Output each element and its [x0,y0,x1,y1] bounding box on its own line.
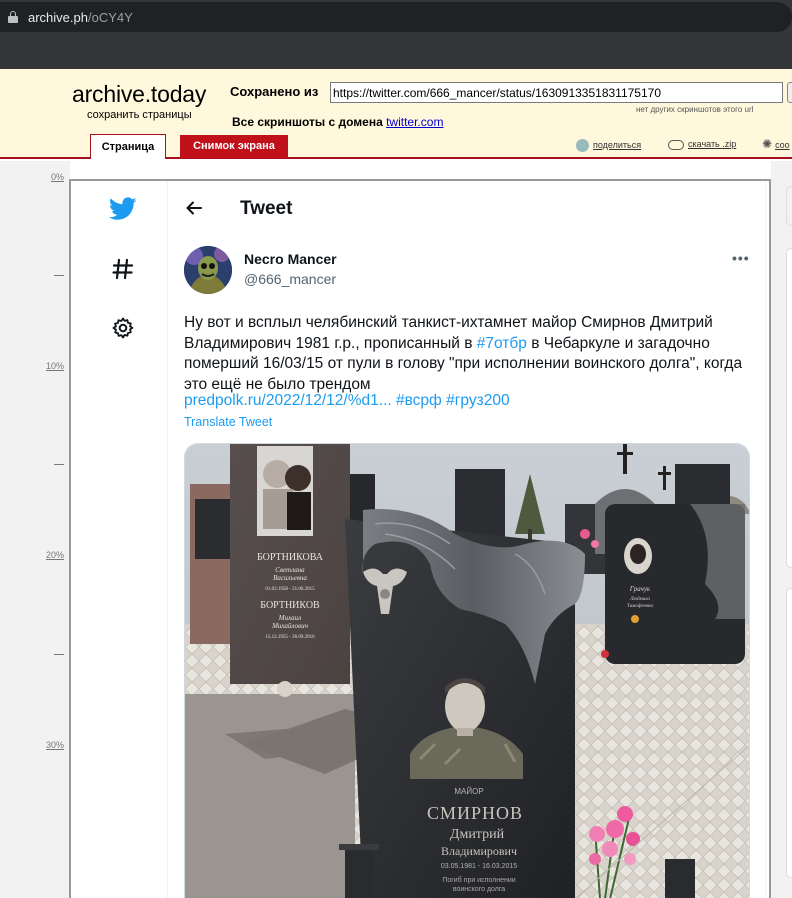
settings-gear-icon[interactable] [111,316,135,340]
author-handle[interactable]: @666_mancer [244,271,336,287]
cemetery-photo: БОРТНИКОВА Светлана Васильевна 01.03.195… [185,444,749,898]
share-icon [576,139,589,152]
twitter-bird-icon[interactable] [109,197,137,221]
bookmarks-strip [0,36,792,69]
more-options-icon[interactable]: ••• [732,250,750,266]
tweet-links: predpolk.ru/2022/12/12/%d1... #всрф #гру… [184,392,510,410]
archive-header: archive.today сохранить страницы Сохране… [0,69,792,159]
twitter-nav-column [71,181,168,898]
sidebar-card-partial [786,588,792,878]
back-stone-patronymic: Тимофеевна [627,604,653,609]
back-arrow-icon[interactable] [184,198,204,218]
address-bar[interactable]: archive.ph/oCY4Y [0,2,792,32]
ruler-label-0[interactable]: 0% [51,172,64,182]
ruler-tick [54,654,64,655]
left-stone-given2: Михаил [278,614,301,622]
ruler-label-10[interactable]: 10% [46,361,64,371]
hashtag-vsrf[interactable]: #всрф [396,392,442,409]
tab-page[interactable]: Страница [90,134,166,159]
tweet-photo[interactable]: БОРТНИКОВА Светлана Васильевна 01.03.195… [184,443,750,898]
left-stone-dates2: 15.12.1955 - 26.09.2016 [265,635,315,640]
scroll-ruler: 0% 10% 20% 30% [0,161,70,898]
left-stone-name: БОРТНИКОВА [257,552,324,563]
author-display-name[interactable]: Necro Mancer [244,251,337,267]
more-link[interactable]: ✺ соо [762,137,790,151]
lock-icon[interactable] [8,11,18,23]
domain-link[interactable]: twitter.com [386,115,443,129]
cloud-download-icon [668,139,684,150]
back-stone-given: Людмила [629,597,650,602]
download-zip-link[interactable]: скачать .zip [668,139,736,150]
hashtag-icon[interactable] [112,258,134,280]
left-stone-patronymic2: Михайлович [271,622,309,630]
epitaph-line1: Погиб при исполнении [442,876,515,884]
archive-logo[interactable]: archive.today [72,81,206,108]
tab-screenshot[interactable]: Снимок экрана [180,135,288,158]
given-name-text: Дмитрий [450,827,505,842]
hashtag-7otbr[interactable]: #7отбр [477,335,527,352]
rank-text: МАЙОР [454,787,483,796]
avatar[interactable] [184,246,232,294]
ruler-tick [54,275,64,276]
hashtag-gruz200[interactable]: #груз200 [446,392,509,409]
sun-icon: ✺ [762,137,773,151]
surname-text: СМИРНОВ [427,803,523,823]
patronymic-text: Владимирович [441,844,517,858]
browser-toolbar: archive.ph/oCY4Y [0,0,792,36]
left-stone-name2: БОРТНИКОВ [260,600,320,611]
share-link[interactable]: поделиться [576,139,641,152]
ruler-label-30[interactable]: 30% [46,740,64,750]
saved-url-field[interactable] [330,82,783,103]
archive-tagline: сохранить страницы [87,109,192,121]
epitaph-line2: воинского долга [453,886,505,893]
tweet-text: Ну вот и всплыл челябинский танкист-ихта… [184,314,743,393]
search-box-partial[interactable] [786,186,792,226]
left-stone-given: Светлана [275,566,305,574]
all-screenshots-line: Все скриншоты с домена twitter.com [232,115,443,129]
back-stone-name: Грачук [629,585,651,593]
avatar-image [184,246,232,294]
page-title: Tweet [240,198,293,219]
ruler-label-20[interactable]: 20% [46,550,64,560]
sidebar-card-partial [786,248,792,568]
all-screenshots-label: Все скриншоты с домена [232,115,383,129]
left-stone-dates: 01.03.1958 - 21.06.2015 [265,587,315,592]
url-go-button[interactable] [787,82,792,103]
no-other-screenshots-note: нет других скриншотов этого url [636,105,754,114]
dates-text: 03.05.1981 - 16.03.2015 [441,863,517,870]
translate-tweet-link[interactable]: Translate Tweet [184,415,272,429]
left-stone-patronymic: Васильевна [273,574,307,582]
external-link[interactable]: predpolk.ru/2022/12/12/%d1... [184,392,392,409]
saved-from-label: Сохранено из [230,84,319,99]
ruler-tick [54,464,64,465]
address-url[interactable]: archive.ph/oCY4Y [28,10,133,25]
